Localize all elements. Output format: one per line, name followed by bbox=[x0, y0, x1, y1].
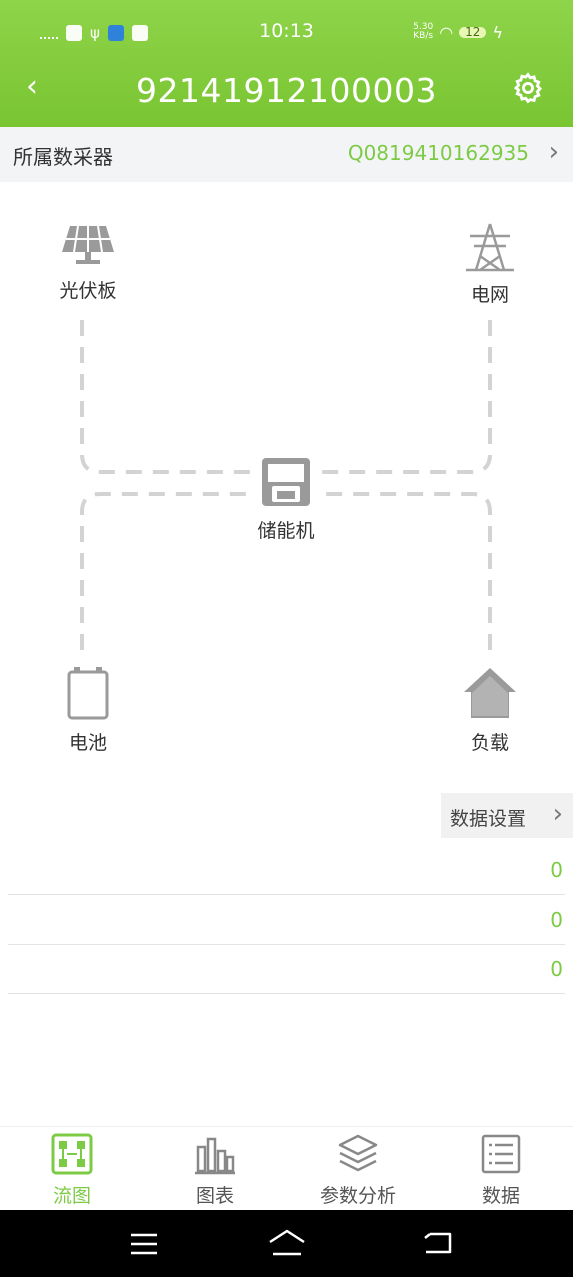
house-icon bbox=[464, 668, 516, 718]
tab-parameter-analysis[interactable]: 参数分析 bbox=[298, 1133, 418, 1208]
value-row: 0 bbox=[8, 944, 565, 994]
list-icon bbox=[481, 1134, 521, 1174]
row-value: 0 bbox=[550, 957, 563, 981]
battery-level: 12 bbox=[459, 26, 487, 38]
network-speed: 5.30 KB/s bbox=[413, 23, 433, 41]
storage-inverter-node[interactable]: 储能机 bbox=[240, 456, 332, 543]
bottom-tab-bar: 流图 图表 参数分析 数据 bbox=[0, 1126, 573, 1211]
collector-row[interactable]: 所属数采器 Q0819410162935 › bbox=[0, 127, 573, 182]
value-row: 0 bbox=[8, 895, 565, 945]
tab-flow-label: 流图 bbox=[52, 1185, 91, 1207]
system-navigation-bar bbox=[0, 1210, 573, 1277]
solar-panel-node[interactable]: 光伏板 bbox=[42, 222, 134, 303]
battery-icon bbox=[67, 667, 109, 720]
nav-bar: ‹ 92141912100003 bbox=[0, 55, 573, 125]
storage-inverter-icon bbox=[262, 458, 310, 506]
tab-flow[interactable]: 流图 bbox=[12, 1133, 132, 1208]
storage-inverter-label: 储能机 bbox=[257, 520, 315, 542]
tab-chart-label: 图表 bbox=[195, 1185, 234, 1207]
tab-data-label: 数据 bbox=[481, 1185, 520, 1207]
charging-icon: ϟ bbox=[492, 22, 503, 42]
load-node[interactable]: 负载 bbox=[444, 666, 536, 755]
power-tower-icon bbox=[466, 223, 514, 272]
data-settings-label: 数据设置 bbox=[450, 808, 527, 830]
grid-label: 电网 bbox=[470, 284, 509, 306]
tab-chart[interactable]: 图表 bbox=[155, 1133, 275, 1208]
menu-icon[interactable] bbox=[129, 1232, 159, 1256]
back-nav-icon[interactable] bbox=[422, 1230, 454, 1256]
app-header: ψ 10:13 5.30 KB/s ◠ 12 ϟ ‹ 9214191210000… bbox=[0, 0, 573, 127]
grid-node[interactable]: 电网 bbox=[444, 222, 536, 307]
page-title: 92141912100003 bbox=[136, 71, 437, 110]
collector-label: 所属数采器 bbox=[13, 145, 113, 169]
status-bar: ψ 10:13 5.30 KB/s ◠ 12 ϟ bbox=[0, 18, 573, 48]
solar-panel-icon bbox=[62, 225, 114, 264]
battery-node[interactable]: 电池 bbox=[42, 666, 134, 755]
settings-gear-icon[interactable] bbox=[511, 71, 545, 109]
tab-parameter-analysis-label: 参数分析 bbox=[319, 1185, 396, 1207]
energy-flow-diagram: 光伏板 电网 储能机 电池 负载 bbox=[0, 182, 573, 782]
chevron-right-icon: › bbox=[552, 799, 563, 829]
network-speed-unit: KB/s bbox=[413, 31, 434, 41]
row-value: 0 bbox=[550, 908, 563, 932]
chart-icon bbox=[195, 1137, 235, 1175]
row-value: 0 bbox=[550, 858, 563, 882]
flow-icon bbox=[51, 1133, 93, 1175]
data-settings-button[interactable]: 数据设置 › bbox=[441, 793, 573, 838]
home-icon[interactable] bbox=[267, 1228, 307, 1258]
status-right-icons: 5.30 KB/s ◠ 12 ϟ bbox=[413, 23, 503, 41]
chevron-right-icon: › bbox=[548, 137, 559, 167]
value-row: 0 bbox=[8, 845, 565, 895]
wifi-icon: ◠ bbox=[439, 22, 454, 42]
collector-value: Q0819410162935 bbox=[347, 141, 529, 165]
load-label: 负载 bbox=[470, 732, 509, 754]
layers-icon bbox=[338, 1134, 378, 1172]
battery-label: 电池 bbox=[68, 732, 107, 754]
solar-panel-label: 光伏板 bbox=[59, 280, 117, 302]
tab-data[interactable]: 数据 bbox=[441, 1133, 561, 1208]
